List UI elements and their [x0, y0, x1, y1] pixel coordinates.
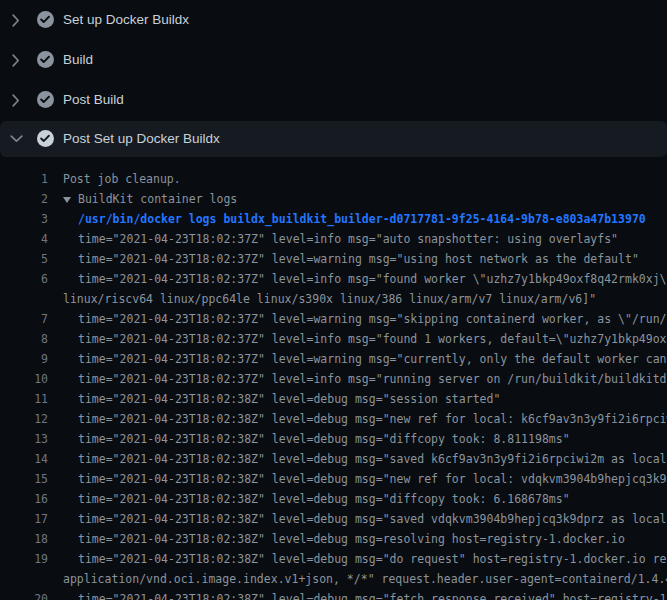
step-header-post-set-up-docker-buildx[interactable]: Post Set up Docker Buildx — [0, 121, 667, 157]
log-line-number[interactable]: 7 — [0, 309, 48, 329]
log-text: time="2021-04-23T18:02:37Z" level=warnin… — [78, 349, 667, 369]
log-line: 9 time="2021-04-23T18:02:37Z" level=warni… — [0, 349, 667, 369]
log-line-number[interactable]: 18 — [0, 529, 48, 549]
log-text: time="2021-04-23T18:02:38Z" level=debug … — [78, 529, 625, 549]
log-text: Post job cleanup. — [63, 169, 181, 189]
log-line: linux/riscv64 linux/ppc64le linux/s390x … — [0, 289, 667, 309]
log-line-number[interactable]: 20 — [0, 589, 48, 600]
chevron-right-icon — [7, 11, 23, 27]
log-text: time="2021-04-23T18:02:37Z" level=warnin… — [78, 309, 667, 329]
log-line-number[interactable]: 6 — [0, 269, 48, 289]
log-line-number[interactable]: 8 — [0, 329, 48, 349]
check-circle-icon — [37, 51, 54, 68]
log-text: application/vnd.oci.image.index.v1+json,… — [63, 569, 667, 589]
log-line: 12 time="2021-04-23T18:02:38Z" level=debu… — [0, 409, 667, 429]
log-line-number[interactable]: 16 — [0, 489, 48, 509]
log-line: 19 time="2021-04-23T18:02:38Z" level=debu… — [0, 549, 667, 569]
log-line-number[interactable] — [0, 569, 48, 589]
log-line-number[interactable]: 9 — [0, 349, 48, 369]
log-text: time="2021-04-23T18:02:38Z" level=debug … — [78, 389, 500, 409]
log-line-number[interactable]: 15 — [0, 469, 48, 489]
log-text: time="2021-04-23T18:02:38Z" level=debug … — [78, 469, 667, 489]
log-text: time="2021-04-23T18:02:38Z" level=debug … — [78, 409, 667, 429]
log-line: 1 Post job cleanup. — [0, 169, 667, 189]
log-line-number[interactable]: 2 — [0, 189, 48, 209]
step-title: Set up Docker Buildx — [63, 12, 189, 27]
log-text: time="2021-04-23T18:02:37Z" level=warnin… — [78, 249, 639, 269]
log-line-number[interactable]: 3 — [0, 209, 48, 229]
check-circle-icon — [37, 130, 54, 147]
log-text: time="2021-04-23T18:02:38Z" level=debug … — [78, 549, 667, 569]
step-header-set-up-docker-buildx[interactable]: Set up Docker Buildx — [0, 0, 667, 40]
log-line-number[interactable]: 19 — [0, 549, 48, 569]
log-line: 11 time="2021-04-23T18:02:38Z" level=debu… — [0, 389, 667, 409]
log-view: 1 Post job cleanup. 2 BuildKit container lo… — [0, 169, 667, 600]
log-line: 7 time="2021-04-23T18:02:37Z" level=warni… — [0, 309, 667, 329]
log-line-number[interactable]: 13 — [0, 429, 48, 449]
log-line-number[interactable]: 5 — [0, 249, 48, 269]
log-line: 2 BuildKit container logs — [0, 189, 667, 209]
log-line: 18 time="2021-04-23T18:02:38Z" level=debu… — [0, 529, 667, 549]
step-title: Post Set up Docker Buildx — [63, 131, 220, 146]
log-line: 10 time="2021-04-23T18:02:37Z" level=info… — [0, 369, 667, 389]
log-text: time="2021-04-23T18:02:38Z" level=debug … — [78, 489, 570, 509]
log-line: 6 time="2021-04-23T18:02:37Z" level=info … — [0, 269, 667, 289]
check-circle-icon — [37, 91, 54, 108]
step-header-post-build[interactable]: Post Build — [0, 80, 667, 120]
check-circle-icon — [37, 11, 54, 28]
step-header-build[interactable]: Build — [0, 40, 667, 80]
chevron-right-icon — [7, 91, 23, 107]
log-text: time="2021-04-23T18:02:38Z" level=debug … — [78, 509, 667, 529]
log-text: time="2021-04-23T18:02:37Z" level=info m… — [78, 369, 667, 389]
log-text: time="2021-04-23T18:02:38Z" level=debug … — [78, 429, 570, 449]
log-line: 17 time="2021-04-23T18:02:38Z" level=debu… — [0, 509, 667, 529]
log-line-number[interactable]: 10 — [0, 369, 48, 389]
log-line: application/vnd.oci.image.index.v1+json,… — [0, 569, 667, 589]
log-line: 4 time="2021-04-23T18:02:37Z" level=info … — [0, 229, 667, 249]
log-line: 3/usr/bin/docker logs buildx_buildkit_bu… — [0, 209, 667, 229]
log-line-number[interactable]: 1 — [0, 169, 48, 189]
steps-list: Set up Docker Buildx Build Post Build Post … — [0, 0, 667, 160]
log-text: time="2021-04-23T18:02:37Z" level=info m… — [78, 229, 618, 249]
log-line-number[interactable]: 4 — [0, 229, 48, 249]
log-line-number[interactable]: 17 — [0, 509, 48, 529]
log-line-number[interactable]: 12 — [0, 409, 48, 429]
group-toggle-icon[interactable] — [63, 189, 78, 209]
log-text: time="2021-04-23T18:02:37Z" level=info m… — [78, 269, 667, 289]
log-text: linux/riscv64 linux/ppc64le linux/s390x … — [63, 289, 596, 309]
chevron-down-icon — [7, 130, 23, 146]
log-line-number[interactable]: 14 — [0, 449, 48, 469]
log-line: 16 time="2021-04-23T18:02:38Z" level=debu… — [0, 489, 667, 509]
log-line-number[interactable]: 11 — [0, 389, 48, 409]
chevron-right-icon — [7, 51, 23, 67]
step-title: Build — [63, 52, 93, 67]
log-group-title: BuildKit container logs — [78, 192, 237, 206]
log-text: time="2021-04-23T18:02:37Z" level=info m… — [78, 329, 667, 349]
log-line: 15 time="2021-04-23T18:02:38Z" level=debu… — [0, 469, 667, 489]
step-title: Post Build — [63, 92, 124, 107]
log-line: 13 time="2021-04-23T18:02:38Z" level=debu… — [0, 429, 667, 449]
log-text: time="2021-04-23T18:02:38Z" level=debug … — [78, 589, 667, 600]
log-line: 5 time="2021-04-23T18:02:37Z" level=warni… — [0, 249, 667, 269]
log-text: /usr/bin/docker logs buildx_buildkit_bui… — [78, 209, 646, 229]
log-line: 8 time="2021-04-23T18:02:37Z" level=info … — [0, 329, 667, 349]
log-text: time="2021-04-23T18:02:38Z" level=debug … — [78, 449, 667, 469]
log-line-number[interactable] — [0, 289, 48, 309]
log-line: 20 time="2021-04-23T18:02:38Z" level=debu… — [0, 589, 667, 600]
log-line: 14 time="2021-04-23T18:02:38Z" level=debu… — [0, 449, 667, 469]
